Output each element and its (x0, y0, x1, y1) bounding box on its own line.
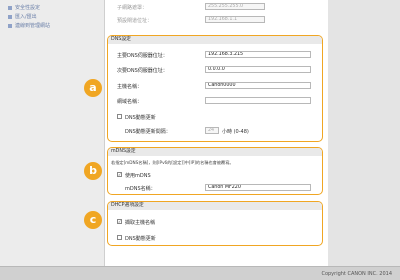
right-rail (328, 0, 400, 266)
primary-dns-label: 主要DNS伺服器位址： (117, 53, 168, 59)
domain-name-label: 網域名稱： (117, 99, 143, 105)
copyright-text: Copyright CANON INC. 2014 (321, 271, 392, 277)
primary-dns-field[interactable]: 192.168.3.215 (205, 51, 311, 58)
subnet-label: 子網路遮罩： (117, 5, 148, 11)
bullet-icon (8, 23, 12, 28)
gateway-field[interactable]: 192.168.1.1 (205, 16, 265, 23)
callout-badge-b: b (84, 162, 102, 180)
mdns-section-title: mDNS設定 (108, 148, 322, 156)
mdns-name-field[interactable]: Canon MF220 (205, 184, 311, 191)
callout-badge-a: a (84, 79, 102, 97)
secondary-dns-field[interactable]: 0.0.0.0 (205, 66, 311, 73)
dns-dynamic-update-checkbox[interactable] (117, 114, 122, 119)
bullet-icon (8, 14, 12, 19)
settings-panel: 子網路遮罩： 255.255.255.0 預設閘道位址： 192.168.1.1… (104, 0, 328, 266)
subnet-field[interactable]: 255.255.255.0 (205, 3, 265, 10)
callout-badge-c: c (84, 211, 102, 229)
host-name-field[interactable]: Canon0000 (205, 82, 311, 89)
bullet-icon (8, 5, 12, 10)
acquire-host-name-checkbox[interactable]: ✓ (117, 219, 122, 224)
sidebar-item-management-site[interactable]: 連線到管理網站 (8, 22, 50, 29)
gateway-label: 預設閘道位址： (117, 18, 153, 24)
sidebar-item-label: 安全性設定 (15, 5, 41, 11)
sidebar-item-label: 匯入/匯出 (15, 14, 37, 20)
sidebar-item-label: 連線到管理網站 (15, 23, 51, 29)
sidebar-item-security[interactable]: 安全性設定 (8, 4, 40, 11)
mdns-note: 若指定[mDNS名稱]，則[IPv6的[設定]]中[IP]的名稱也會被覆寫。 (111, 160, 234, 165)
dhcp-dns-update-label: DNS動態更新 (125, 236, 156, 242)
use-mdns-checkbox[interactable]: ✓ (117, 172, 122, 177)
sidebar-item-import-export[interactable]: 匯入/匯出 (8, 13, 37, 20)
mdns-name-label: mDNS名稱： (125, 186, 156, 192)
host-name-label: 主機名稱： (117, 84, 143, 90)
dhcp-dns-update-checkbox[interactable] (117, 235, 122, 240)
domain-name-field[interactable] (205, 97, 311, 104)
dns-section-title: DNS設定 (108, 36, 322, 44)
dhcp-section-title: DHCP選項設定 (108, 202, 322, 210)
dns-update-interval-unit: 小時 (0-48) (222, 129, 249, 135)
acquire-host-name-label: 擷取主機名稱 (125, 220, 156, 226)
footer: Copyright CANON INC. 2014 (0, 266, 400, 280)
dns-update-interval-label: DNS動態更新間隔： (125, 129, 171, 135)
dns-dynamic-update-label: DNS動態更新 (125, 115, 156, 121)
sidebar: 安全性設定 匯入/匯出 連線到管理網站 (0, 0, 104, 280)
dns-update-interval-field[interactable]: 24 (205, 127, 219, 134)
secondary-dns-label: 次要DNS伺服器位址： (117, 68, 168, 74)
use-mdns-label: 使用mDNS (125, 173, 151, 179)
